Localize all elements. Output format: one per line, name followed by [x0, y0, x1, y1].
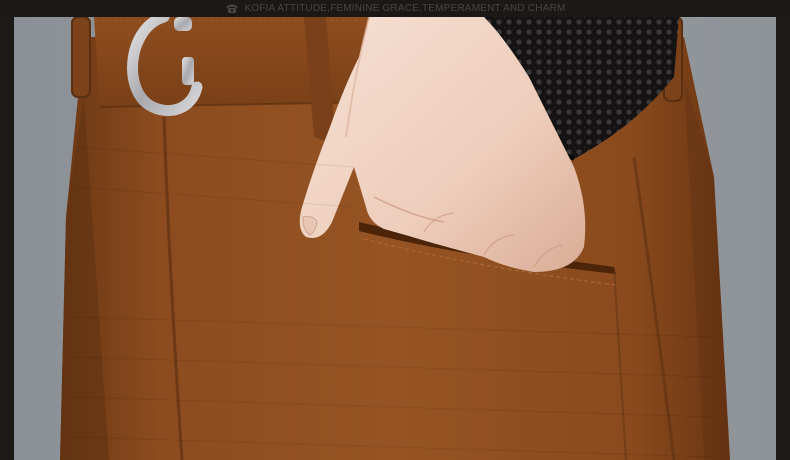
telephone-icon [225, 3, 239, 14]
brand-banner: KOFIA ATTITUDE,FEMININE GRACE,TEMPERAMEN… [0, 0, 790, 17]
product-detail-page: KOFIA ATTITUDE,FEMININE GRACE,TEMPERAMEN… [0, 0, 790, 460]
product-photo [14, 17, 776, 460]
belt-loop-left [71, 17, 91, 98]
brand-tagline: KOFIA ATTITUDE,FEMININE GRACE,TEMPERAMEN… [244, 3, 566, 14]
